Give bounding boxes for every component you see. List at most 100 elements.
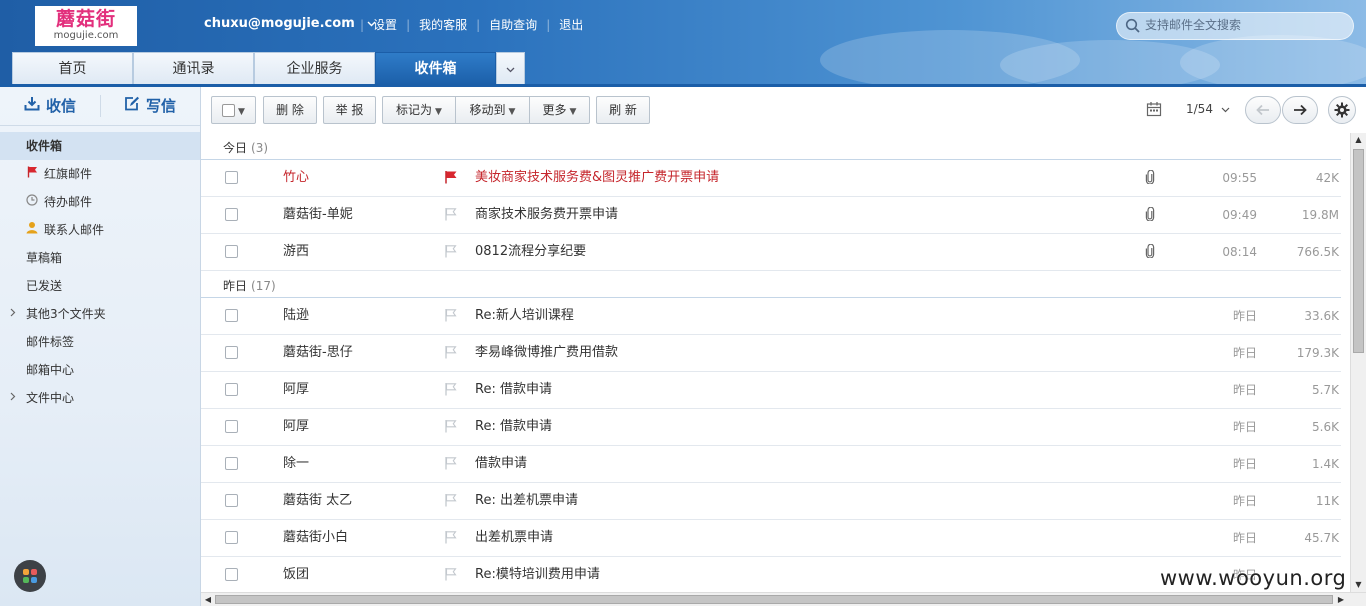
gear-icon: [1334, 102, 1350, 118]
move-to-label: 移动到: [469, 103, 506, 117]
user-account-menu[interactable]: chuxu@mogujie.com: [204, 16, 376, 31]
folder-drafts[interactable]: 草稿箱: [0, 244, 200, 272]
folder-mailbox-center[interactable]: 邮箱中心: [0, 356, 200, 384]
row-checkbox[interactable]: [225, 568, 238, 581]
scroll-thumb[interactable]: [1353, 149, 1364, 353]
search-icon[interactable]: [1125, 18, 1141, 34]
scroll-left-arrow[interactable]: ◀: [201, 593, 215, 606]
logo-text: 蘑菇街: [55, 8, 116, 30]
row-checkbox[interactable]: [225, 208, 238, 221]
page-indicator[interactable]: 1/54: [1186, 102, 1230, 116]
received-time: 09:55: [1222, 171, 1257, 185]
settings-gear-button[interactable]: [1328, 96, 1356, 124]
self-service-link[interactable]: 自助查询: [480, 18, 546, 32]
group-label: 昨日: [223, 279, 248, 293]
delete-button[interactable]: 删 除: [263, 96, 317, 124]
select-all-dropdown[interactable]: ▼: [211, 96, 256, 124]
scroll-down-arrow[interactable]: ▼: [1351, 578, 1366, 592]
mail-row[interactable]: 竹心 美妆商家技术服务费&图灵推广费开票申请 09:55 42K: [201, 160, 1341, 197]
folder-label: 联系人邮件: [44, 223, 105, 237]
flag-icon[interactable]: [444, 567, 458, 581]
red-flag-icon[interactable]: [444, 170, 458, 184]
next-page-button[interactable]: [1282, 96, 1318, 124]
tab-contacts[interactable]: 通讯录: [133, 52, 254, 84]
mail-row[interactable]: 蘑菇街 太乙 Re: 出差机票申请 昨日 11K: [201, 483, 1341, 520]
logout-link[interactable]: 退出: [550, 18, 592, 32]
flag-icon[interactable]: [444, 308, 458, 322]
folder-mail-tags[interactable]: 邮件标签: [0, 328, 200, 356]
mail-row[interactable]: 阿厚 Re: 借款申请 昨日 5.6K: [201, 409, 1341, 446]
receive-mail-button[interactable]: 收信: [24, 87, 76, 125]
mail-row[interactable]: 蘑菇街小白 出差机票申请 昨日 45.7K: [201, 520, 1341, 557]
vertical-scrollbar[interactable]: ▲ ▼: [1350, 133, 1366, 592]
folder-contacts-mail[interactable]: 联系人邮件: [0, 216, 200, 244]
calendar-icon[interactable]: [1146, 101, 1162, 117]
date-group-header[interactable]: 今日 (3): [201, 133, 1341, 160]
row-checkbox[interactable]: [225, 420, 238, 433]
date-group-header[interactable]: 昨日 (17): [201, 271, 1341, 298]
person-icon: [25, 216, 39, 244]
row-checkbox[interactable]: [225, 309, 238, 322]
mail-row[interactable]: 蘑菇街-单妮 商家技术服务费开票申请 09:49 19.8M: [201, 197, 1341, 234]
customer-service-link[interactable]: 我的客服: [410, 18, 476, 32]
folder-file-center[interactable]: 文件中心: [0, 384, 200, 412]
mail-row[interactable]: 游西 0812流程分享纪要 08:14 766.5K: [201, 234, 1341, 271]
mail-row[interactable]: 阿厚 Re: 借款申请 昨日 5.7K: [201, 372, 1341, 409]
tab-enterprise-services[interactable]: 企业服务: [254, 52, 375, 84]
row-checkbox[interactable]: [225, 171, 238, 184]
row-checkbox[interactable]: [225, 457, 238, 470]
logo[interactable]: 蘑菇街 mogujie.com: [35, 6, 137, 46]
search-input[interactable]: [1143, 17, 1347, 33]
mail-size: 19.8M: [1301, 208, 1339, 222]
received-time: 昨日: [1232, 346, 1257, 360]
row-checkbox[interactable]: [225, 245, 238, 258]
mark-as-dropdown[interactable]: 标记为 ▼: [382, 96, 456, 124]
more-dropdown[interactable]: 更多 ▼: [529, 96, 590, 124]
prev-page-button[interactable]: [1245, 96, 1281, 124]
chevron-right-icon[interactable]: [10, 384, 16, 412]
compose-label: 写信: [146, 97, 177, 115]
hscroll-thumb[interactable]: [215, 595, 1333, 604]
refresh-button[interactable]: 刷 新: [596, 96, 650, 124]
row-checkbox[interactable]: [225, 346, 238, 359]
scroll-up-arrow[interactable]: ▲: [1351, 133, 1366, 147]
chevron-right-icon[interactable]: [10, 300, 16, 328]
select-all-checkbox[interactable]: [222, 104, 236, 117]
flag-icon[interactable]: [444, 345, 458, 359]
tab-more-button[interactable]: [496, 52, 525, 84]
flag-icon[interactable]: [444, 207, 458, 221]
row-checkbox[interactable]: [225, 531, 238, 544]
scroll-right-arrow[interactable]: ▶: [1334, 593, 1348, 606]
mail-row[interactable]: 除一 借款申请 昨日 1.4K: [201, 446, 1341, 483]
folder-sent[interactable]: 已发送: [0, 272, 200, 300]
tab-home[interactable]: 首页: [12, 52, 133, 84]
compose-mail-button[interactable]: 写信: [124, 87, 176, 125]
chevron-down-icon: ▼: [569, 107, 577, 117]
mail-size: 179.3K: [1296, 346, 1339, 360]
subject: Re:新人培训课程: [475, 308, 574, 323]
flag-icon[interactable]: [444, 530, 458, 544]
settings-link[interactable]: 设置: [364, 18, 406, 32]
folder-inbox[interactable]: 收件箱: [0, 132, 200, 160]
flag-icon[interactable]: [444, 493, 458, 507]
mail-list: 今日 (3) 竹心 美妆商家技术服务费&图灵推广费开票申请 09:55 42K 蘑菇街-单妮…: [201, 133, 1350, 592]
flag-icon[interactable]: [444, 382, 458, 396]
report-button[interactable]: 举 报: [323, 96, 376, 124]
mail-row[interactable]: 蘑菇街-思仔 李易峰微博推广费用借款 昨日 179.3K: [201, 335, 1341, 372]
folder-flagged[interactable]: 红旗邮件: [0, 160, 200, 188]
subject: 借款申请: [475, 456, 528, 471]
folder-todo[interactable]: 待办邮件: [0, 188, 200, 216]
mail-row[interactable]: 陆逊 Re:新人培训课程 昨日 33.6K: [201, 298, 1341, 335]
row-checkbox[interactable]: [225, 383, 238, 396]
flag-icon[interactable]: [444, 244, 458, 258]
tab-inbox[interactable]: 收件箱: [375, 52, 496, 86]
folder-label: 邮箱中心: [26, 363, 75, 377]
folder-other-folders[interactable]: 其他3个文件夹: [0, 300, 200, 328]
sender: 陆逊: [283, 308, 310, 323]
horizontal-scrollbar[interactable]: ◀ ▶: [201, 592, 1366, 606]
flag-icon[interactable]: [444, 419, 458, 433]
flag-icon[interactable]: [444, 456, 458, 470]
move-to-dropdown[interactable]: 移动到 ▼: [455, 96, 530, 124]
row-checkbox[interactable]: [225, 494, 238, 507]
app-launcher-icon[interactable]: [14, 560, 46, 592]
